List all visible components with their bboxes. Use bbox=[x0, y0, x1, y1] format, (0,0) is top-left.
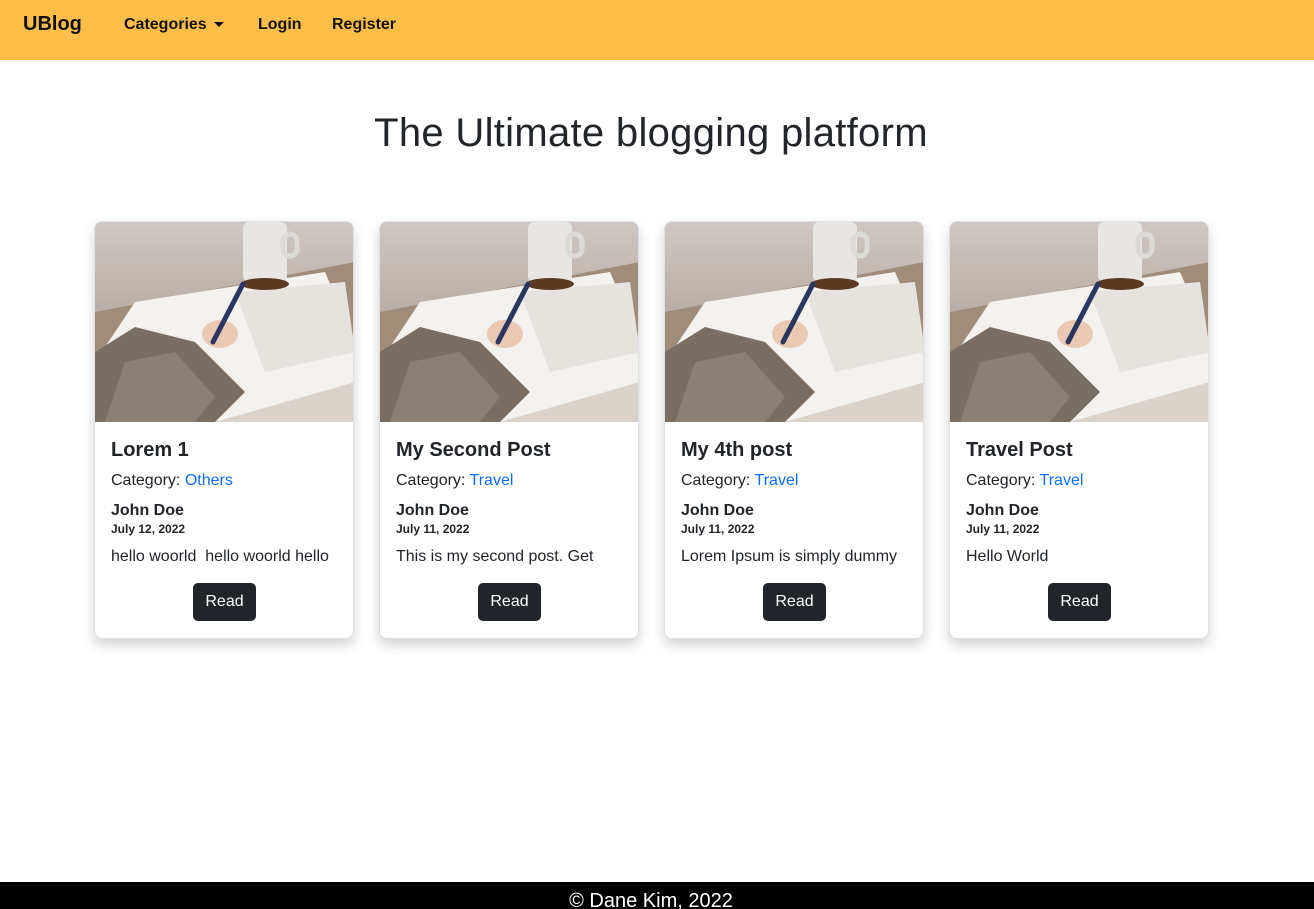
post-date: July 12, 2022 bbox=[111, 522, 186, 536]
post-author: John Doe bbox=[396, 502, 469, 519]
post-card-grid: Lorem 1 Category: Others John Doe July 1… bbox=[94, 221, 1209, 639]
person-writing-notebook-photo bbox=[380, 222, 638, 422]
footer-copyright: © Dane Kim, 2022 bbox=[569, 890, 733, 909]
post-image bbox=[665, 222, 923, 422]
post-excerpt: hello woorld hello woorld hello bbox=[111, 548, 329, 565]
post-excerpt: This is my second post. Get bbox=[396, 548, 594, 565]
read-button[interactable]: Read bbox=[763, 583, 826, 621]
category-label: Category: bbox=[681, 472, 755, 489]
post-author: John Doe bbox=[681, 502, 754, 519]
read-button[interactable]: Read bbox=[1048, 583, 1111, 621]
post-image bbox=[380, 222, 638, 422]
nav-categories-label: Categories bbox=[124, 16, 207, 33]
person-writing-notebook-photo bbox=[665, 222, 923, 422]
page-title: The Ultimate blogging platform bbox=[374, 111, 928, 155]
read-button[interactable]: Read bbox=[478, 583, 541, 621]
post-card: My 4th post Category: Travel John Doe Ju… bbox=[664, 221, 924, 639]
post-author: John Doe bbox=[966, 502, 1039, 519]
read-button[interactable]: Read bbox=[193, 583, 256, 621]
post-category: Category: Others bbox=[111, 471, 233, 491]
category-link[interactable]: Others bbox=[185, 472, 233, 489]
post-category: Category: Travel bbox=[966, 471, 1083, 491]
brand-logo[interactable]: UBlog bbox=[23, 12, 82, 36]
caret-down-icon bbox=[213, 21, 224, 27]
category-link[interactable]: Travel bbox=[755, 472, 799, 489]
nav-categories-dropdown[interactable]: Categories bbox=[124, 15, 224, 35]
person-writing-notebook-photo bbox=[95, 222, 353, 422]
post-title: Lorem 1 bbox=[111, 439, 189, 461]
post-category: Category: Travel bbox=[681, 471, 798, 491]
category-link[interactable]: Travel bbox=[470, 472, 514, 489]
category-label: Category: bbox=[396, 472, 470, 489]
category-label: Category: bbox=[111, 472, 185, 489]
post-image bbox=[95, 222, 353, 422]
post-date: July 11, 2022 bbox=[966, 522, 1040, 536]
nav-register[interactable]: Register bbox=[332, 15, 396, 35]
post-date: July 11, 2022 bbox=[681, 522, 755, 536]
post-title: My Second Post bbox=[396, 439, 551, 461]
person-writing-notebook-photo bbox=[950, 222, 1208, 422]
footer: © Dane Kim, 2022 bbox=[0, 882, 1314, 909]
nav-login[interactable]: Login bbox=[258, 15, 302, 35]
post-title: My 4th post bbox=[681, 439, 793, 461]
post-title: Travel Post bbox=[966, 439, 1073, 461]
post-card: Lorem 1 Category: Others John Doe July 1… bbox=[94, 221, 354, 639]
post-date: July 11, 2022 bbox=[396, 522, 470, 536]
post-card: Travel Post Category: Travel John Doe Ju… bbox=[949, 221, 1209, 639]
navbar: UBlog Categories Login Register bbox=[0, 0, 1314, 60]
post-image bbox=[950, 222, 1208, 422]
post-category: Category: Travel bbox=[396, 471, 513, 491]
category-link[interactable]: Travel bbox=[1040, 472, 1084, 489]
post-author: John Doe bbox=[111, 502, 184, 519]
post-excerpt: Hello World bbox=[966, 548, 1049, 565]
post-excerpt: Lorem Ipsum is simply dummy bbox=[681, 548, 898, 565]
post-card: My Second Post Category: Travel John Doe… bbox=[379, 221, 639, 639]
category-label: Category: bbox=[966, 472, 1040, 489]
